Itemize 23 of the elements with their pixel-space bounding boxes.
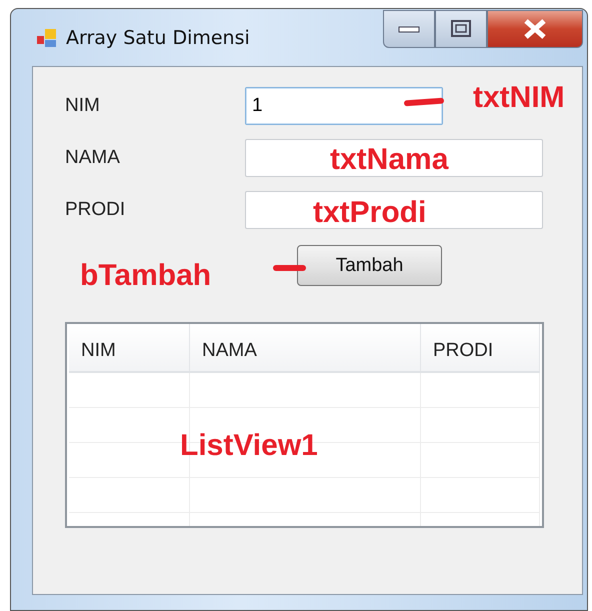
field-label: PRODI [65, 199, 126, 221]
annotation-label: ListView1 [180, 431, 318, 461]
annotation-label: txtNIM [473, 83, 565, 113]
annotation-label: txtProdi [313, 198, 426, 228]
column-header[interactable]: NIM [69, 324, 190, 371]
close-button[interactable] [487, 10, 583, 48]
text-field[interactable] [245, 139, 543, 177]
annotation-label: bTambah [80, 261, 212, 291]
text-field[interactable]: 1 [245, 87, 443, 125]
text-field[interactable] [245, 191, 543, 229]
column-header[interactable]: NAMA [190, 324, 421, 371]
app-icon [36, 26, 58, 48]
annotation-label: txtNama [330, 145, 448, 175]
minimize-button[interactable] [383, 10, 435, 48]
column-header[interactable]: PRODI [421, 324, 540, 371]
maximize-button[interactable] [435, 10, 487, 48]
add-button[interactable]: Tambah [297, 245, 442, 286]
maximize-icon [449, 19, 473, 39]
leader-line [273, 265, 306, 271]
field-label: NAMA [65, 147, 121, 169]
minimize-icon [397, 24, 421, 34]
field-label: NIM [65, 95, 101, 117]
window-title: Array Satu Dimensi [66, 26, 250, 48]
